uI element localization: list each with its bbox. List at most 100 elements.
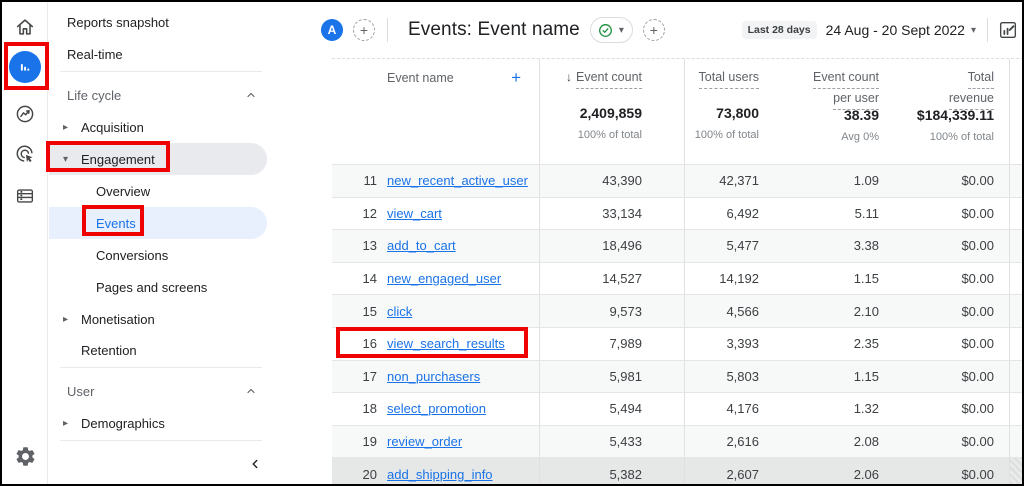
event-name-cell: 11 new_recent_active_user [332,165,540,197]
date-range-picker[interactable]: 24 Aug - 20 Sept 2022 ▾ [826,22,976,38]
sidebar-item-real-time[interactable]: Real-time [49,38,123,70]
table-row: 14 new_engaged_user 14,527 14,192 1.15 $0.00 [332,261,1022,295]
row-number: 13 [362,238,377,254]
row-number: 12 [362,205,377,221]
column-header-total-users[interactable]: Total users [698,68,759,89]
comparison-avatar[interactable]: A [321,19,343,41]
sidebar-item-label: Engagement [81,151,155,167]
customize-report-icon[interactable] [997,19,1019,41]
revenue-cell: $0.00 [961,238,994,254]
table-scroll-sliver [1009,262,1022,295]
sidebar-divider [60,71,262,72]
sidebar-item-acquisition[interactable]: ▸ Acquisition [49,111,144,143]
per-user-cell: 1.09 [853,173,879,189]
collapsed-arrow-icon: ▸ [63,121,69,133]
totals-total-users: 73,800 [716,104,759,121]
sidebar-item-monetisation[interactable]: ▸ Monetisation [49,303,155,335]
totals-revenue-sub: 100% of total [929,130,994,143]
revenue-cell: $0.00 [961,173,994,189]
event-name-link[interactable]: select_promotion [387,401,486,416]
sort-descending-icon[interactable]: ↓ [566,70,572,84]
sidebar-item-label: Real-time [67,46,123,62]
totals-per-user-sub: Avg 0% [841,130,879,143]
sidebar-section-user[interactable]: User [49,375,267,407]
sidebar-item-demographics[interactable]: ▸ Demographics [49,407,165,439]
home-icon[interactable] [2,11,48,43]
event-count-cell: 5,433 [540,425,685,458]
event-name-cell: 19 review_order [332,425,540,458]
event-name-link[interactable]: add_to_cart [387,238,456,253]
total-users-cell: 42,371 [719,173,759,189]
table-row: 11 new_recent_active_user 43,390 42,371 1.09… [332,164,1022,197]
event-name-cell: 13 add_to_cart [332,230,540,262]
total-users-cell: 5,803 [726,368,759,384]
event-name-link[interactable]: non_purchasers [387,369,480,384]
sidebar-item-events[interactable]: Events [49,207,267,239]
header-divider [987,18,988,42]
chevron-down-icon: ▾ [970,24,976,36]
main-content: A + Events: Event name ▾ + Last 28 days … [317,2,1022,484]
sidebar-item-label: Monetisation [81,311,155,327]
page-title: Events: Event name [408,19,580,40]
row-number: 11 [363,173,378,189]
totals-total-users-sub: 100% of total [694,128,759,141]
event-name-link[interactable]: add_shipping_info [387,467,493,482]
sidebar-item-engagement[interactable]: ▾ Engagement [49,143,267,175]
sidebar-collapse-button[interactable] [239,448,271,480]
event-name-link[interactable]: click [387,304,412,319]
advertising-icon[interactable] [2,138,48,170]
table-scroll-sliver [1009,165,1022,197]
settings-gear-icon[interactable] [2,440,48,472]
event-count-cell: 7,989 [540,327,685,360]
table-row: 20 add_shipping_info 5,382 2,607 2.06 $0.00 [332,457,1022,484]
per-user-cell: 2.35 [853,336,879,352]
event-name-link[interactable]: new_recent_active_user [387,173,528,188]
events-table: Event name + ↓ Event count 2,409,859 100%… [332,58,1022,484]
table-scroll-sliver [1009,59,1022,164]
add-dimension-button[interactable]: + [511,68,521,88]
column-header-event-count[interactable]: Event count [575,68,642,89]
column-header-per-user-line1[interactable]: Event count [812,68,879,89]
sidebar-item-overview[interactable]: Overview [49,175,150,207]
sidebar-item-reports-snapshot[interactable]: Reports snapshot [49,6,169,38]
check-circle-icon [598,23,612,37]
column-header-event-name[interactable]: Event name [387,71,454,85]
sidebar-item-retention[interactable]: Retention [49,334,137,366]
total-users-cell: 5,477 [726,238,759,254]
revenue-cell: $0.00 [961,368,994,384]
revenue-cell: $0.00 [961,271,994,287]
totals-per-user: 38.39 [843,106,879,123]
event-name-cell: 18 select_promotion [332,393,540,425]
reports-icon[interactable] [2,51,48,83]
event-name-link[interactable]: new_engaged_user [387,271,501,286]
revenue-cell: $0.00 [961,401,994,417]
sidebar-item-conversions[interactable]: Conversions [49,239,168,271]
sidebar-item-label: Pages and screens [96,279,208,295]
total-users-cell: 4,176 [726,401,759,417]
event-name-link[interactable]: view_cart [387,206,442,221]
event-name-link[interactable]: view_search_results [387,336,505,351]
event-name-link[interactable]: review_order [387,434,462,449]
revenue-cell: $0.00 [961,303,994,319]
all-users-filter-chip[interactable]: ▾ [589,17,633,43]
sidebar-divider [60,440,262,441]
add-comparison-button[interactable]: + [353,19,375,41]
date-range-area: Last 28 days 24 Aug - 20 Sept 2022 ▾ [741,18,1022,42]
library-icon[interactable] [2,180,48,212]
event-name-cell: 15 click [332,295,540,327]
table-scroll-sliver [1009,458,1022,484]
table-scroll-sliver [1009,230,1022,262]
collapsed-arrow-icon: ▸ [63,417,69,429]
sidebar-item-label: Overview [96,183,151,199]
add-filter-button[interactable]: + [642,19,665,41]
total-revenue-header-cell: Total revenue $184,339.11 100% of total [887,59,1010,164]
row-number: 18 [362,401,377,417]
sidebar-section-life-cycle[interactable]: Life cycle [49,79,267,111]
header-divider [387,18,388,42]
sidebar-item-pages-and-screens[interactable]: Pages and screens [49,271,207,303]
section-label: Life cycle [67,87,122,103]
event-count-cell: 9,573 [540,295,685,327]
explore-icon[interactable] [2,98,48,130]
nav-rail [2,2,48,484]
column-header-revenue-line1[interactable]: Total [967,68,994,89]
